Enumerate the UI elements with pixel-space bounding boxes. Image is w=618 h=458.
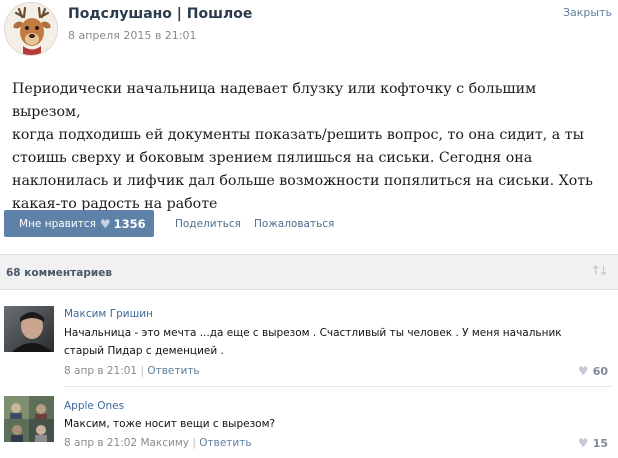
post-text-line: Периодически начальница надевает блузку … <box>12 81 537 120</box>
post-text-line: когда подходишь ей документы показать/ре… <box>12 127 584 143</box>
comment-text-line: Максим, тоже носит вещи с вырезом? <box>64 418 276 430</box>
like-count: 1356 <box>113 216 146 231</box>
like-button[interactable]: Мне нравится ♥ 1356 <box>4 210 154 237</box>
post-text-line: стоишь сверху и боковым зрением пялишься… <box>12 150 533 166</box>
comment-author[interactable]: Максим Гришин <box>64 308 153 320</box>
close-button[interactable]: Закрыть <box>563 6 612 19</box>
group-avatar[interactable] <box>4 2 58 56</box>
reply-button[interactable]: Ответить <box>199 437 251 449</box>
post-text: Периодически начальница надевает блузку … <box>12 78 608 216</box>
user-photo-icon <box>4 396 54 442</box>
comment-item: Максим Гришин Начальница - это мечта ...… <box>0 306 618 386</box>
reply-button[interactable]: Ответить <box>147 365 199 377</box>
comment-like-button[interactable]: ♥ 60 <box>578 364 608 378</box>
comment-time[interactable]: 8 апр в 21:01 <box>64 365 137 377</box>
comment-text: Начальница - это мечта ...да еще с вырез… <box>64 324 604 360</box>
comment-like-button[interactable]: ♥ 15 <box>578 436 608 450</box>
comment-meta: 8 апр в 21:01 | Ответить <box>64 365 200 377</box>
post-header: Подслушано | Пошлое 8 апреля 2015 в 21:0… <box>0 0 618 62</box>
comment-item: Apple Ones Максим, тоже носит вещи с выр… <box>0 396 618 458</box>
comment-text-line: Начальница - это мечта ...да еще с вырез… <box>64 327 562 339</box>
user-photo-icon <box>4 306 54 352</box>
comment-author[interactable]: Apple Ones <box>64 400 124 412</box>
comment-time[interactable]: 8 апр в 21:02 Максиму <box>64 437 189 449</box>
share-button[interactable]: Поделиться <box>175 218 241 230</box>
comment-divider <box>64 386 612 387</box>
deer-logo-icon <box>5 3 57 55</box>
commenter-avatar[interactable] <box>4 396 54 442</box>
group-name[interactable]: Подслушано | Пошлое <box>68 6 252 22</box>
comment-like-count: 15 <box>592 437 608 450</box>
comment-text: Максим, тоже носит вещи с вырезом? <box>64 415 604 433</box>
comment-like-count: 60 <box>592 365 608 378</box>
post-date[interactable]: 8 апреля 2015 в 21:01 <box>68 29 197 42</box>
comment-text-line: старый Пидар с деменцией . <box>64 345 224 357</box>
report-button[interactable]: Пожаловаться <box>254 218 334 230</box>
heart-icon: ♥ <box>99 216 111 231</box>
sort-icon[interactable]: ↑↓ <box>590 264 609 279</box>
heart-icon: ♥ <box>577 436 589 450</box>
comments-count: 68 комментариев <box>6 267 112 279</box>
comments-header: 68 комментариев ↑↓ <box>0 254 618 290</box>
comment-meta: 8 апр в 21:02 Максиму | Ответить <box>64 437 252 449</box>
heart-icon: ♥ <box>577 364 589 378</box>
post-text-line: наклонилась и лифчик дал больше возможно… <box>12 173 593 189</box>
commenter-avatar[interactable] <box>4 306 54 352</box>
like-label: Мне нравится <box>19 217 96 230</box>
